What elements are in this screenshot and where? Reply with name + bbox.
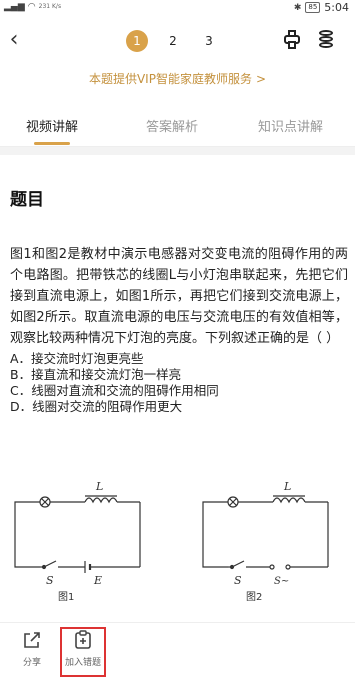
tab-video[interactable]: 视频讲解 [26, 116, 78, 135]
circuit-figures: L S E 图1 L S S~ 图2 [14, 480, 329, 603]
top-nav: ‹ 1 2 3 [0, 22, 355, 58]
back-button[interactable]: ‹ [4, 26, 24, 54]
clipboard-add-icon [75, 630, 91, 649]
tab-knowledge[interactable]: 知识点讲解 [258, 116, 323, 135]
option-a: A．接交流时灯泡更亮些 [10, 351, 144, 366]
fig1-source-label: E [93, 574, 102, 587]
wifi-icon: ◠ [27, 2, 36, 12]
fig2-source-label: S~ [274, 576, 289, 587]
fig2-switch-label: S [234, 574, 242, 587]
status-bar: ▂▄▆ ◠ 231 K/s ✱ 85 5:04 [0, 0, 355, 16]
add-wrong-label: 加入错题 [64, 658, 101, 668]
tab-answer[interactable]: 答案解析 [146, 116, 198, 135]
divider [0, 147, 355, 155]
fig1-switch-label: S [46, 574, 54, 587]
network-speed: 231 K/s [38, 3, 62, 10]
figure-2 [202, 495, 329, 570]
clock: 5:04 [324, 1, 349, 14]
section-title: 题目 [10, 190, 44, 210]
tab-bar: 视频讲解 答案解析 知识点讲解 [0, 112, 355, 147]
fig2-inductor-label: L [283, 480, 291, 493]
inductor-coil [84, 497, 118, 504]
question-content: 题目 图1和图2是教材中演示电感器对交变电流的阻碍作用的两个电路图。把带铁芯的线… [10, 185, 348, 415]
share-label: 分享 [22, 658, 41, 668]
add-wrong-button[interactable]: 加入错题 [61, 629, 105, 668]
bluetooth-icon: ✱ [293, 2, 302, 13]
page-2-button[interactable]: 2 [162, 30, 184, 52]
options-list: A．接交流时灯泡更亮些 B．接直流和接交流灯泡一样亮 C．线圈对直流和交流的阻碍… [10, 351, 348, 415]
active-tab-indicator [34, 142, 70, 145]
signal-icon: ▂▄▆ [4, 2, 25, 12]
battery-indicator: 85 [305, 2, 321, 13]
question-pager: 1 2 3 [126, 30, 220, 52]
vip-banner[interactable]: 本题提供VIP智能家庭教师服务 > [0, 70, 355, 88]
option-d: D．线圈对交流的阻碍作用更大 [10, 399, 183, 414]
stack-button[interactable] [317, 29, 337, 51]
question-text: 图1和图2是教材中演示电感器对交变电流的阻碍作用的两个电路图。把带铁芯的线圈L与… [10, 247, 348, 346]
chevron-right-icon: > [255, 72, 267, 86]
page-1-button[interactable]: 1 [126, 30, 148, 52]
option-b: B．接直流和接交流灯泡一样亮 [10, 367, 182, 382]
print-button[interactable] [282, 30, 302, 50]
option-c: C．线圈对直流和交流的阻碍作用相同 [10, 383, 219, 398]
fig1-caption: 图1 [58, 591, 74, 602]
fig2-caption: 图2 [246, 591, 262, 602]
circuit-diagrams: L S E 图1 L S S~ 图2 [10, 472, 350, 603]
share-button[interactable]: 分享 [10, 629, 54, 668]
fig1-inductor-label: L [95, 480, 103, 493]
chevron-left-icon: ‹ [9, 27, 19, 52]
page-3-button[interactable]: 3 [198, 30, 220, 52]
vip-banner-text: 本题提供VIP智能家庭教师服务 [88, 72, 252, 86]
bottom-toolbar: 分享 加入错题 [0, 622, 355, 677]
share-icon [24, 632, 40, 648]
figure-1 [14, 495, 141, 573]
